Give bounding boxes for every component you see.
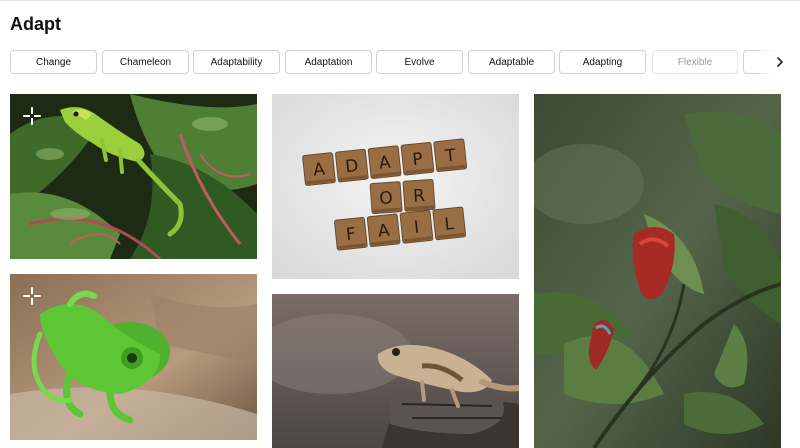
photo-green-chameleon[interactable]: [10, 274, 257, 440]
chip-adaptable[interactable]: Adaptable: [468, 50, 555, 74]
photo-scrabble-tiles[interactable]: ADAPTORFAIL: [272, 94, 519, 279]
chip-flexible[interactable]: Flexible: [652, 50, 738, 74]
chip-change[interactable]: Change: [10, 50, 97, 74]
tile-letter: R: [412, 186, 425, 207]
chameleon-leaves-image: [10, 94, 257, 259]
sparkle-icon: [23, 107, 41, 125]
chip-chameleon[interactable]: Chameleon: [102, 50, 189, 74]
chip-evolve[interactable]: Evolve: [376, 50, 463, 74]
photo-lizard-bark[interactable]: [272, 294, 519, 448]
chip-adaptation[interactable]: Adaptation: [285, 50, 372, 74]
red-chameleon-image: [534, 94, 781, 448]
sparkle-icon: [23, 287, 41, 305]
photo-chameleon-leaves[interactable]: [10, 94, 257, 259]
chips-next-button[interactable]: [760, 50, 800, 74]
chevron-right-icon: [777, 57, 783, 67]
chip-adapting[interactable]: Adapting: [559, 50, 646, 74]
related-searches-bar: Change Chameleon Adaptability Adaptation…: [10, 50, 800, 74]
lizard-bark-image: [272, 294, 519, 448]
chip-adaptability[interactable]: Adaptability: [193, 50, 280, 74]
photo-red-chameleon[interactable]: [534, 94, 781, 448]
scrabble-tiles-image: A D A P TO RF A I L: [272, 94, 519, 279]
page-title: Adapt: [10, 14, 61, 34]
tile-letter: F: [345, 224, 357, 245]
green-chameleon-image: [10, 274, 257, 440]
tile-letter: P: [411, 149, 423, 170]
top-divider: [0, 0, 800, 1]
tile-letter: O: [379, 188, 394, 209]
tile-letter: D: [344, 156, 359, 177]
